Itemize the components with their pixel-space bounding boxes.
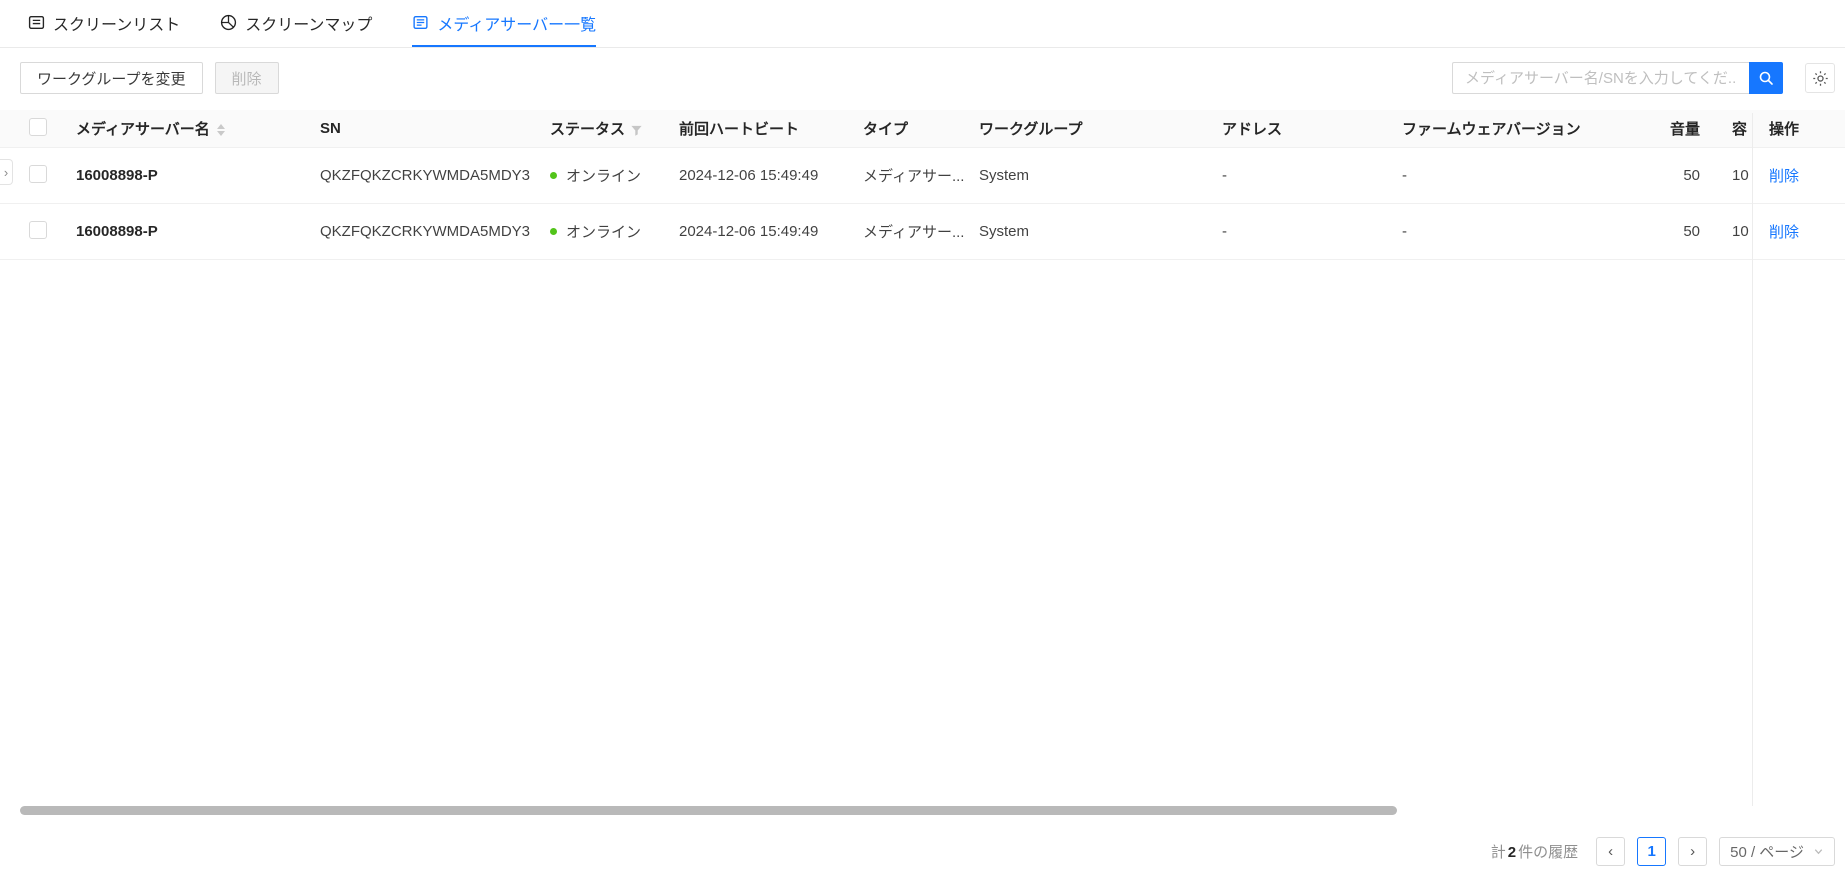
heartbeat-cell: 2024-12-06 15:49:49 xyxy=(663,167,847,184)
sn-cell: QKZFQKZCRKYWMDA5MDY3 xyxy=(304,223,534,240)
firmware-cell: - xyxy=(1386,223,1626,240)
screen-list-icon xyxy=(28,14,45,31)
gear-icon xyxy=(1812,70,1829,87)
firmware-column-header: ファームウェアバージョン xyxy=(1386,118,1626,139)
settings-button[interactable] xyxy=(1805,63,1835,93)
status-column-header: ステータス xyxy=(534,118,663,139)
page-1-button[interactable]: 1 xyxy=(1637,837,1666,866)
tab-media-server-list[interactable]: メディアサーバー一覧 xyxy=(412,0,596,47)
status-label: オンライン xyxy=(566,165,641,186)
tab-label: スクリーンマップ xyxy=(245,11,372,35)
sidebar-expand-handle[interactable]: › xyxy=(0,159,13,185)
chevron-right-icon: › xyxy=(1690,843,1695,860)
tab-screen-list[interactable]: スクリーンリスト xyxy=(28,0,180,47)
sn-cell: QKZFQKZCRKYWMDA5MDY3 xyxy=(304,167,534,184)
workgroup-cell: System xyxy=(963,223,1206,240)
actions-cell: 削除 xyxy=(1752,204,1845,259)
page-size-label: 50 / ページ xyxy=(1730,841,1804,862)
screen-map-icon xyxy=(220,14,237,31)
tab-screen-map[interactable]: スクリーンマップ xyxy=(220,0,372,47)
heartbeat-cell: 2024-12-06 15:49:49 xyxy=(663,223,847,240)
address-column-header: アドレス xyxy=(1206,118,1386,139)
select-all-checkbox[interactable] xyxy=(29,118,47,136)
sn-column-header: SN xyxy=(304,120,534,137)
type-column-header: タイプ xyxy=(847,118,963,139)
search-input[interactable] xyxy=(1452,62,1749,94)
delete-link[interactable]: 削除 xyxy=(1769,165,1799,186)
status-label: オンライン xyxy=(566,221,641,242)
workgroup-cell: System xyxy=(963,167,1206,184)
type-cell: メディアサー... xyxy=(847,221,963,242)
change-workgroup-button[interactable]: ワークグループを変更 xyxy=(20,62,203,94)
page-size-select[interactable]: 50 / ページ xyxy=(1719,837,1835,866)
status-cell: オンライン xyxy=(534,165,663,186)
status-cell: オンライン xyxy=(534,221,663,242)
type-cell: メディアサー... xyxy=(847,165,963,186)
online-status-dot xyxy=(550,172,557,179)
select-all-cell xyxy=(0,118,60,140)
checkbox-cell xyxy=(0,221,60,243)
tab-bar: スクリーンリスト スクリーンマップ メディアサーバー一覧 xyxy=(0,0,1845,48)
volume-column-header: 音量 xyxy=(1626,118,1716,139)
total-prefix: 計 xyxy=(1491,844,1506,861)
search-icon xyxy=(1758,70,1774,86)
tab-label: メディアサーバー一覧 xyxy=(437,11,596,35)
volume-cell: 50 xyxy=(1626,167,1716,184)
total-count: 2 xyxy=(1508,844,1516,861)
delete-link[interactable]: 削除 xyxy=(1769,221,1799,242)
horizontal-scrollbar-track[interactable] xyxy=(0,804,1845,818)
chevron-down-icon xyxy=(1813,846,1824,857)
table-header-row: メディアサーバー名 SN ステータス 前回ハートビート タイプ ワークグループ … xyxy=(0,110,1845,148)
next-page-button[interactable]: › xyxy=(1678,837,1707,866)
prev-page-button[interactable]: ‹ xyxy=(1596,837,1625,866)
pagination: 計2件の履歴 ‹ 1 › 50 / ページ xyxy=(1491,836,1835,866)
row-checkbox[interactable] xyxy=(29,165,47,183)
filter-icon[interactable] xyxy=(630,124,643,137)
address-cell: - xyxy=(1206,223,1386,240)
online-status-dot xyxy=(550,228,557,235)
name-cell: 16008898-P xyxy=(60,167,304,184)
toolbar: ワークグループを変更 削除 xyxy=(20,62,1835,94)
media-server-table: メディアサーバー名 SN ステータス 前回ハートビート タイプ ワークグループ … xyxy=(0,110,1845,260)
tab-label: スクリーンリスト xyxy=(53,11,180,35)
row-checkbox[interactable] xyxy=(29,221,47,239)
total-suffix: 件の履歴 xyxy=(1518,844,1578,861)
table-row: 16008898-P QKZFQKZCRKYWMDA5MDY3 オンライン 20… xyxy=(0,204,1845,260)
media-server-list-icon xyxy=(412,14,429,31)
horizontal-scrollbar-thumb[interactable] xyxy=(20,806,1397,815)
name-column-header: メディアサーバー名 xyxy=(60,118,304,139)
delete-button[interactable]: 削除 xyxy=(215,62,279,94)
chevron-right-icon: › xyxy=(4,165,8,180)
name-header-label: メディアサーバー名 xyxy=(76,121,210,138)
table-row: 16008898-P QKZFQKZCRKYWMDA5MDY3 オンライン 20… xyxy=(0,148,1845,204)
chevron-left-icon: ‹ xyxy=(1608,843,1613,860)
heartbeat-column-header: 前回ハートビート xyxy=(663,118,847,139)
volume-cell: 50 xyxy=(1626,223,1716,240)
sort-icon[interactable] xyxy=(217,124,225,136)
status-header-label: ステータス xyxy=(550,121,625,138)
address-cell: - xyxy=(1206,167,1386,184)
search-button[interactable] xyxy=(1749,62,1783,94)
media-server-management-screen: スクリーンリスト スクリーンマップ メディアサーバー一覧 ワークグループを変更 … xyxy=(0,0,1845,870)
firmware-cell: - xyxy=(1386,167,1626,184)
actions-cell: 削除 xyxy=(1752,148,1845,203)
search-box xyxy=(1452,62,1783,94)
actions-column-header: 操作 xyxy=(1752,110,1845,147)
workgroup-column-header: ワークグループ xyxy=(963,118,1206,139)
total-count-label: 計2件の履歴 xyxy=(1491,841,1578,862)
name-cell: 16008898-P xyxy=(60,223,304,240)
